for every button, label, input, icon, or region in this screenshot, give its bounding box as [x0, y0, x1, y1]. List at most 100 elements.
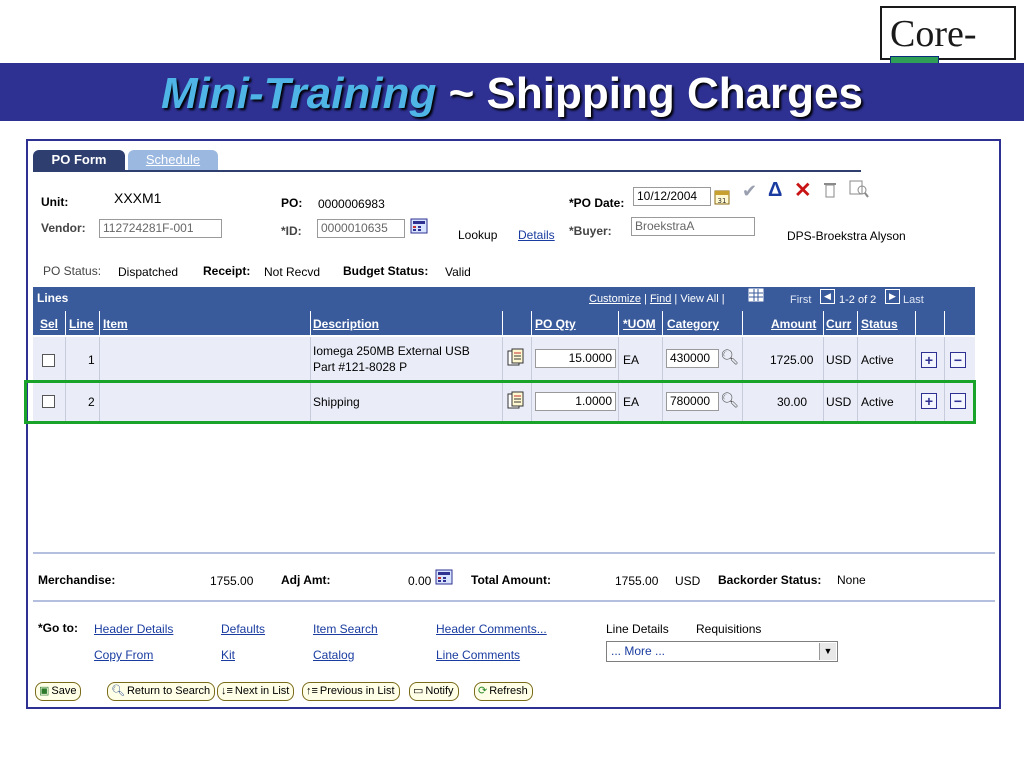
- adj-amt-label: Adj Amt:: [281, 573, 331, 587]
- col-amount[interactable]: Amount: [771, 317, 816, 331]
- col-sel[interactable]: Sel: [40, 317, 58, 331]
- tab-schedule[interactable]: Schedule: [128, 150, 218, 170]
- first-link[interactable]: First: [790, 294, 811, 306]
- po-date-label: *PO Date:: [569, 196, 625, 210]
- more-dropdown-value: ... More ...: [611, 644, 666, 658]
- total-amount-label: Total Amount:: [471, 573, 551, 587]
- row-amount: 1725.00: [770, 353, 814, 367]
- search-icon: 🔍︎: [111, 685, 125, 697]
- tab-underline: [33, 170, 861, 172]
- po-value: 0000006983: [318, 197, 385, 211]
- next-page-icon[interactable]: ▶: [885, 289, 900, 304]
- category-lookup-icon[interactable]: 🔍︎: [720, 348, 739, 366]
- buyer-name: DPS-Broekstra Alyson: [787, 229, 906, 243]
- previous-list-icon: ↑≡: [306, 685, 318, 697]
- row-range: 1-2 of 2: [839, 294, 877, 306]
- total-amount-value: 1755.00: [615, 574, 659, 588]
- add-row-button[interactable]: +: [921, 352, 937, 368]
- customize-link[interactable]: Customize: [589, 293, 641, 305]
- title-shipping-charges: Shipping Charges: [486, 69, 864, 118]
- vendor-field[interactable]: 112724281F-001: [99, 219, 222, 238]
- chevron-down-icon[interactable]: ▼: [819, 643, 836, 660]
- col-status[interactable]: Status: [861, 317, 898, 331]
- lookup-text: Lookup: [458, 228, 498, 242]
- total-amount-currency: USD: [675, 574, 701, 588]
- row-curr: USD: [826, 353, 852, 367]
- section-divider: [33, 552, 995, 554]
- backorder-status-value: None: [837, 573, 866, 587]
- core-ct-logo: Core-CT: [880, 6, 1016, 94]
- row-select-checkbox[interactable]: [42, 354, 55, 367]
- id-field[interactable]: 0000010635: [317, 219, 405, 238]
- col-category[interactable]: Category: [667, 317, 719, 331]
- category-field[interactable]: 430000: [666, 349, 719, 368]
- view-all-link[interactable]: View All: [680, 293, 718, 305]
- row-status: Active: [861, 353, 894, 367]
- calendar-icon[interactable]: 31: [714, 189, 730, 205]
- delete-row-button[interactable]: −: [950, 352, 966, 368]
- delete-x-icon[interactable]: ✕: [794, 178, 812, 203]
- refresh-icon: ⟳: [478, 685, 488, 697]
- po-status-value: Dispatched: [118, 265, 179, 279]
- col-curr[interactable]: Curr: [826, 317, 851, 331]
- row-line-number: 1: [88, 353, 95, 367]
- vendor-label: Vendor:: [41, 221, 86, 235]
- line-comments-link[interactable]: Line Comments: [436, 648, 520, 662]
- line-details-text: Line Details: [606, 622, 669, 636]
- calculator-icon[interactable]: [410, 218, 428, 234]
- merchandise-label: Merchandise:: [38, 573, 116, 587]
- previous-page-icon[interactable]: ◀: [820, 289, 835, 304]
- po-date-field[interactable]: 10/12/2004: [633, 187, 711, 206]
- row-uom: EA: [623, 353, 640, 367]
- return-to-search-button[interactable]: 🔍︎ Return to Search: [107, 682, 216, 701]
- col-item[interactable]: Item: [103, 317, 128, 331]
- buyer-field[interactable]: BroekstraA: [631, 217, 755, 236]
- more-dropdown[interactable]: ... More ... ▼: [606, 641, 838, 662]
- kit-link[interactable]: Kit: [221, 648, 235, 662]
- unit-value: XXXM1: [114, 190, 162, 206]
- copy-from-link[interactable]: Copy From: [94, 648, 153, 662]
- view-printable-icon[interactable]: [848, 179, 870, 199]
- goto-label: *Go to:: [38, 621, 78, 635]
- notify-button[interactable]: ▭ Notify: [409, 682, 459, 701]
- unit-label: Unit:: [41, 195, 69, 209]
- requisitions-text: Requisitions: [696, 622, 762, 636]
- notify-icon: ▭: [413, 685, 424, 697]
- buyer-label: *Buyer:: [569, 224, 612, 238]
- header-comments-link[interactable]: Header Comments...: [436, 622, 547, 636]
- trash-icon[interactable]: [823, 181, 837, 199]
- save-button[interactable]: ▣ Save: [35, 682, 82, 701]
- details-link[interactable]: Details: [518, 228, 555, 242]
- header-details-link[interactable]: Header Details: [94, 622, 173, 636]
- calculator-icon[interactable]: [435, 569, 453, 585]
- find-link[interactable]: Find: [650, 293, 671, 305]
- delta-icon[interactable]: Δ: [768, 179, 782, 202]
- item-search-link[interactable]: Item Search: [313, 622, 378, 636]
- section-divider: [33, 600, 995, 602]
- adj-amt-value: 0.00: [408, 574, 432, 588]
- id-label: *ID:: [281, 224, 302, 238]
- check-icon[interactable]: ✔: [742, 181, 757, 202]
- schedule-icon[interactable]: [507, 348, 525, 368]
- download-grid-icon[interactable]: [748, 288, 764, 302]
- title-separator: ~: [448, 69, 475, 118]
- col-uom[interactable]: *UOM: [623, 317, 656, 331]
- tab-po-form[interactable]: PO Form: [33, 150, 125, 170]
- last-link[interactable]: Last: [903, 294, 924, 306]
- refresh-button[interactable]: ⟳ Refresh: [474, 682, 533, 701]
- col-line[interactable]: Line: [69, 317, 94, 331]
- next-in-list-button[interactable]: ↓≡ Next in List: [217, 682, 295, 701]
- shipping-row-highlight: [24, 380, 976, 424]
- next-list-icon: ↓≡: [221, 685, 233, 697]
- col-po-qty[interactable]: PO Qty: [535, 317, 576, 331]
- grid-nav: Customize | Find | View All |: [589, 293, 725, 305]
- col-description[interactable]: Description: [313, 317, 379, 331]
- merchandise-value: 1755.00: [210, 574, 254, 588]
- po-label: PO:: [281, 196, 303, 210]
- catalog-link[interactable]: Catalog: [313, 648, 354, 662]
- po-qty-field[interactable]: 15.0000: [535, 349, 616, 368]
- previous-in-list-button[interactable]: ↑≡ Previous in List: [302, 682, 400, 701]
- logo-text: Core-: [890, 13, 977, 55]
- svg-text:31: 31: [718, 197, 727, 205]
- defaults-link[interactable]: Defaults: [221, 622, 265, 636]
